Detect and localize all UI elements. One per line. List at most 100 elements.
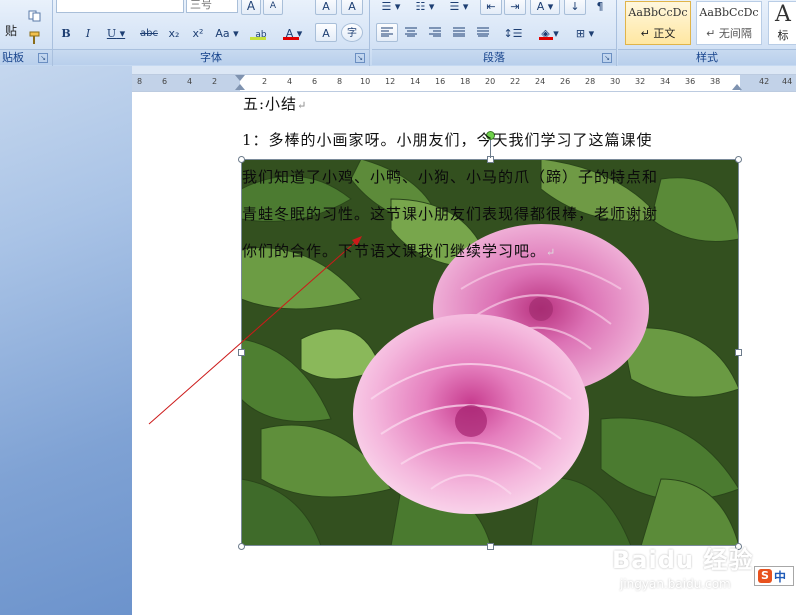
horizontal-ruler[interactable]: 8 6 4 2 2 4 6 8 10 12 14 16 18 20 22 24 … xyxy=(132,74,796,92)
ruler-label-r44: 44 xyxy=(782,77,793,86)
highlight-color-bar xyxy=(250,37,266,40)
styles-group: AaBbCcDc ↵ 正文 AaBbCcDc ↵ 无间隔 A 标 样式 xyxy=(618,0,796,66)
paragraph-dialog-launcher-icon[interactable]: ↘ xyxy=(602,53,612,63)
italic-button[interactable]: I xyxy=(79,23,97,42)
shading-button[interactable]: ◈ ▾ xyxy=(535,23,565,42)
format-painter-icon[interactable] xyxy=(26,30,44,46)
paste-button[interactable]: 贴 xyxy=(0,0,22,42)
change-case-button[interactable]: Aa ▾ xyxy=(213,23,241,42)
resize-handle-right[interactable] xyxy=(735,349,742,356)
ime-mode-label: 中 xyxy=(774,570,787,584)
sort-button[interactable]: ↓ xyxy=(564,0,586,15)
resize-handle-top-left[interactable] xyxy=(238,156,245,163)
style-normal-tile[interactable]: AaBbCcDc ↵ 正文 xyxy=(625,1,691,45)
ruler-label-l2: 2 xyxy=(212,77,218,86)
justify-button[interactable] xyxy=(448,23,470,42)
clipboard-dialog-launcher-icon[interactable]: ↘ xyxy=(38,53,48,63)
strikethrough-glyph: abc xyxy=(140,28,158,39)
paragraph-group: ☰ ▾ ☷ ▾ ☰ ▾ ⇤ ⇥ A ▾ ↓ ¶ ↕☰ ◈ ▾ ⊞ ▾ 段落 ↘ xyxy=(372,0,617,66)
ruler-label-r12: 12 xyxy=(385,77,396,86)
clipboard-group: 贴 贴板 ↘ xyxy=(0,0,53,66)
strikethrough-button[interactable]: abc xyxy=(137,23,161,42)
watermark-url: jingyan.baidu.com xyxy=(620,577,731,591)
font-group: 三号 A A A A B I U ▾ abc x₂ x² Aa ▾ ab A ▾… xyxy=(53,0,370,66)
grow-font-button[interactable]: A xyxy=(241,0,261,15)
resize-handle-bottom[interactable] xyxy=(487,543,494,550)
copy-icon[interactable] xyxy=(26,8,44,22)
ime-indicator[interactable]: S中 xyxy=(754,566,794,586)
distributed-button[interactable] xyxy=(472,23,494,42)
summary-line-3[interactable]: 青蛙冬眠的习性。这节课小朋友们表现得都很棒，老师谢谢 xyxy=(242,203,658,224)
ruler-label-r34: 34 xyxy=(660,77,671,86)
ruler-label-r22: 22 xyxy=(510,77,521,86)
multilevel-list-button[interactable]: ☰ ▾ xyxy=(444,0,474,15)
font-size-value: 三号 xyxy=(190,0,212,11)
font-group-label: 字体 xyxy=(53,49,369,65)
ruler-left-margin xyxy=(132,75,240,91)
section-heading-text: 五:小结 xyxy=(243,95,298,113)
ruler-label-r36: 36 xyxy=(685,77,696,86)
highlight-color-button[interactable]: ab xyxy=(246,23,276,42)
increase-indent-button[interactable]: ⇥ xyxy=(504,0,526,15)
ruler-label-r18: 18 xyxy=(460,77,471,86)
summary-line-4-text: 你们的合作。下节语文课我们继续学习吧。 xyxy=(242,242,547,260)
style-no-spacing-sample: AaBbCcDc xyxy=(699,6,759,19)
enclose-char-glyph: 字 xyxy=(347,28,357,39)
chinese-layout-button[interactable]: A ▾ xyxy=(530,0,560,15)
align-right-button[interactable] xyxy=(424,23,446,42)
subscript-button[interactable]: x₂ xyxy=(163,23,185,42)
underline-button[interactable]: U ▾ xyxy=(103,23,129,42)
ruler-label-l6: 6 xyxy=(162,77,168,86)
ribbon: 贴 贴板 ↘ 三号 A A A A B I U ▾ abc x₂ x² Aa ▾… xyxy=(0,0,796,67)
style-heading-sample: A xyxy=(775,2,791,27)
right-indent-marker-icon[interactable] xyxy=(732,84,742,90)
left-background xyxy=(0,66,132,615)
clear-format-glyph: A xyxy=(322,0,330,13)
char-shading-glyph: A xyxy=(322,27,330,40)
resize-handle-top-right[interactable] xyxy=(735,156,742,163)
indent-marker-icon[interactable] xyxy=(235,75,245,81)
borders-button[interactable]: ⊞ ▾ xyxy=(570,23,600,42)
summary-line-4[interactable]: 你们的合作。下节语文课我们继续学习吧。↵ xyxy=(242,240,556,261)
ruler-label-r10: 10 xyxy=(360,77,371,86)
style-heading-tile[interactable]: A 标 xyxy=(768,1,796,45)
summary-line-2[interactable]: 我们知道了小鸡、小鸭、小狗、小马的爪（蹄）子的特点和 xyxy=(242,166,658,187)
font-dialog-launcher-icon[interactable]: ↘ xyxy=(355,53,365,63)
resize-handle-bottom-left[interactable] xyxy=(238,543,245,550)
italic-glyph: I xyxy=(85,27,91,40)
align-center-button[interactable] xyxy=(400,23,422,42)
ruler-label-r32: 32 xyxy=(635,77,646,86)
align-left-button[interactable] xyxy=(376,23,398,42)
ruler-label-r24: 24 xyxy=(535,77,546,86)
bullets-button[interactable]: ☰ ▾ xyxy=(376,0,406,15)
line-spacing-button[interactable]: ↕☰ xyxy=(498,23,528,42)
numbering-button[interactable]: ☷ ▾ xyxy=(410,0,440,15)
ruler-label-r8: 8 xyxy=(337,77,343,86)
style-no-spacing-name: ↵ 无间隔 xyxy=(706,27,752,40)
section-heading[interactable]: 五:小结↵ xyxy=(243,93,307,114)
font-name-combo[interactable] xyxy=(56,0,184,13)
hanging-indent-marker-icon[interactable] xyxy=(235,84,245,90)
style-no-spacing-tile[interactable]: AaBbCcDc ↵ 无间隔 xyxy=(696,1,762,45)
show-marks-button[interactable]: ¶ xyxy=(590,0,610,15)
superscript-button[interactable]: x² xyxy=(187,23,209,42)
font-color-button[interactable]: A ▾ xyxy=(279,23,309,42)
font-size-combo[interactable]: 三号 xyxy=(186,0,238,13)
underline-glyph: U xyxy=(106,27,117,40)
grow-font-glyph: A xyxy=(246,0,256,13)
ruler-label-r4: 4 xyxy=(287,77,293,86)
char-shading-button[interactable]: A xyxy=(315,23,337,42)
clear-format-button[interactable]: A xyxy=(315,0,337,15)
paragraph-mark-icon: ↵ xyxy=(297,99,308,112)
ruler-label-r14: 14 xyxy=(410,77,421,86)
sogou-logo-icon: S xyxy=(758,569,772,583)
decrease-indent-button[interactable]: ⇤ xyxy=(480,0,502,15)
bold-button[interactable]: B xyxy=(57,23,75,42)
char-border-button[interactable]: A xyxy=(341,0,363,15)
ruler-label-l8: 8 xyxy=(137,77,143,86)
shading-color-bar xyxy=(539,37,553,40)
summary-line-1[interactable]: 1：多棒的小画家呀。小朋友们，今天我们学习了这篇课使 xyxy=(242,129,653,150)
shrink-font-button[interactable]: A xyxy=(263,0,283,15)
enclose-char-button[interactable]: 字 xyxy=(341,23,363,42)
resize-handle-left[interactable] xyxy=(238,349,245,356)
